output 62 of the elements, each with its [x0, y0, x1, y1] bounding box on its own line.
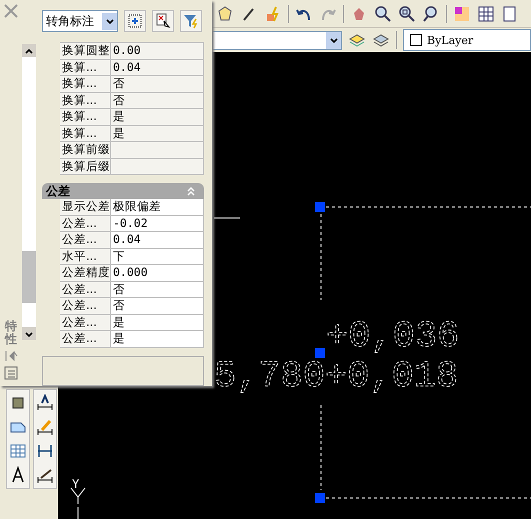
select-cursor-icon — [155, 13, 171, 29]
property-label: 水平... — [60, 248, 111, 265]
pickadd-icon — [127, 13, 143, 29]
property-label: 显示公差 — [60, 199, 111, 216]
palette-title: 特性 — [5, 320, 17, 346]
layer-dropdown[interactable] — [212, 30, 342, 50]
property-value[interactable]: 否 — [111, 76, 204, 92]
dimension-text: 5,780+0,018 — [214, 356, 458, 398]
property-label: 换算... — [60, 92, 111, 109]
grid-icon[interactable] — [477, 4, 495, 22]
property-value[interactable]: 否 — [111, 298, 204, 314]
property-label: 公差... — [60, 282, 111, 298]
property-label: 换算... — [60, 60, 111, 76]
shape-icon[interactable] — [216, 4, 234, 22]
zoom-icon[interactable] — [374, 4, 392, 22]
section-header[interactable]: 公差 — [42, 183, 204, 199]
property-label: 换算圆整 — [60, 43, 111, 60]
property-value[interactable]: 0.000 — [111, 265, 204, 282]
property-label: 公差... — [60, 331, 111, 348]
property-label: 换算... — [60, 76, 111, 92]
auto-hide-icon[interactable] — [4, 350, 18, 362]
grip-handle[interactable] — [315, 202, 325, 212]
property-value[interactable]: 下 — [111, 248, 204, 265]
tolerance-text: +0,036 — [326, 316, 460, 358]
property-label: 公差... — [60, 298, 111, 314]
select-objects-button[interactable] — [152, 10, 174, 32]
property-label: 换算... — [60, 109, 111, 126]
filter-icon — [183, 13, 199, 29]
grip-handle[interactable] — [315, 348, 325, 358]
property-value[interactable]: 0.04 — [111, 60, 204, 76]
dimension-text-icon[interactable] — [36, 394, 54, 412]
property-value[interactable]: 是 — [111, 126, 204, 142]
ucs-axis-icon — [70, 488, 86, 519]
toggle-pickadd-button[interactable] — [124, 10, 146, 32]
property-label: 公差... — [60, 232, 111, 248]
property-value[interactable]: 是 — [111, 109, 204, 126]
table-icon[interactable] — [9, 442, 27, 460]
properties-menu-icon[interactable] — [4, 366, 18, 380]
quick-select-button[interactable] — [180, 10, 202, 32]
property-value[interactable]: 否 — [111, 92, 204, 109]
grip-handle[interactable] — [315, 493, 325, 503]
property-label: 换算... — [60, 126, 111, 142]
property-value[interactable]: 0.04 — [111, 232, 204, 248]
palette-icon[interactable] — [453, 4, 471, 22]
property-value[interactable]: 极限偏差 — [111, 199, 204, 216]
property-label: 公差精度 — [60, 265, 111, 282]
property-value[interactable]: 0.00 — [111, 43, 204, 60]
dimension-update-icon[interactable] — [36, 442, 54, 460]
property-label: 公差... — [60, 314, 111, 331]
property-value[interactable]: 是 — [111, 331, 204, 348]
object-type-dropdown[interactable]: 转角标注 — [42, 10, 118, 32]
dimension-edit-icon[interactable] — [36, 418, 54, 436]
property-label: 换算后缀 — [60, 158, 111, 175]
property-value[interactable]: 是 — [111, 314, 204, 331]
property-label: 公差... — [60, 216, 111, 232]
property-label: 换算前缀 — [60, 142, 111, 158]
zoom-window-icon[interactable] — [398, 4, 416, 22]
axis-label: Y — [72, 477, 80, 491]
property-value[interactable]: 否 — [111, 282, 204, 298]
scrollbar-thumb[interactable] — [22, 251, 36, 303]
color-dropdown[interactable]: ByLayer — [403, 29, 531, 51]
property-value[interactable]: -0.02 — [111, 216, 204, 232]
